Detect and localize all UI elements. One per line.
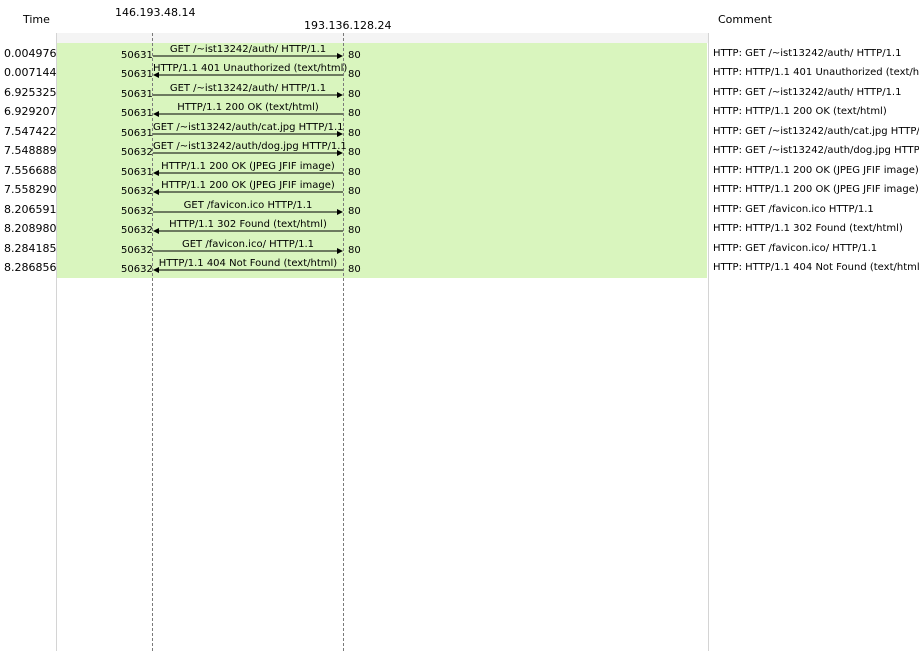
arrow-left-icon[interactable] — [153, 110, 343, 118]
row-comment[interactable]: HTTP: HTTP/1.1 404 Not Found (text/html) — [713, 262, 919, 273]
row-time[interactable]: 7.548889 — [4, 144, 57, 157]
row-time[interactable]: 7.556688 — [4, 164, 57, 177]
row-time[interactable]: 8.206591 — [4, 203, 57, 216]
comment-column-header: Comment — [718, 13, 772, 26]
row-time[interactable]: 7.547422 — [4, 125, 57, 138]
row-dest-port: 80 — [348, 147, 361, 159]
row-dest-port: 80 — [348, 263, 361, 275]
row-source-port: 50632 — [121, 244, 153, 256]
row-dest-port: 80 — [348, 205, 361, 217]
arrow-right-icon[interactable] — [153, 149, 343, 157]
row-comment[interactable]: HTTP: GET /~ist13242/auth/cat.jpg HTTP/1… — [713, 126, 919, 137]
arrow-right-icon[interactable] — [153, 52, 343, 60]
row-time[interactable]: 7.558290 — [4, 183, 57, 196]
row-source-port: 50631 — [121, 166, 153, 178]
time-column-header: Time — [23, 13, 50, 26]
row-dest-port: 80 — [348, 166, 361, 178]
arrow-right-icon[interactable] — [153, 247, 343, 255]
host-b-header: 193.136.128.24 — [304, 19, 392, 32]
row-comment[interactable]: HTTP: HTTP/1.1 302 Found (text/html) — [713, 223, 903, 234]
row-dest-port: 80 — [348, 186, 361, 198]
row-time[interactable]: 8.208980 — [4, 222, 57, 235]
row-source-port: 50631 — [121, 69, 153, 81]
row-dest-port: 80 — [348, 244, 361, 256]
row-comment[interactable]: HTTP: HTTP/1.1 200 OK (JPEG JFIF image) — [713, 165, 919, 176]
row-time[interactable]: 8.284185 — [4, 242, 57, 255]
row-time[interactable]: 6.929207 — [4, 105, 57, 118]
row-source-port: 50632 — [121, 147, 153, 159]
arrow-left-icon[interactable] — [153, 169, 343, 177]
row-source-port: 50632 — [121, 186, 153, 198]
row-comment[interactable]: HTTP: GET /~ist13242/auth/ HTTP/1.1 — [713, 48, 901, 59]
row-time[interactable]: 8.286856 — [4, 261, 57, 274]
row-time[interactable]: 6.925325 — [4, 86, 57, 99]
row-time[interactable]: 0.007144 — [4, 66, 57, 79]
arrow-left-icon[interactable] — [153, 227, 343, 235]
row-source-port: 50631 — [121, 50, 153, 61]
row-time[interactable]: 0.004976 — [4, 47, 57, 60]
arrow-right-icon[interactable] — [153, 208, 343, 216]
row-dest-port: 80 — [348, 69, 361, 81]
row-source-port: 50631 — [121, 88, 153, 100]
row-comment[interactable]: HTTP: GET /~ist13242/auth/dog.jpg HTTP/1… — [713, 145, 919, 156]
row-comment[interactable]: HTTP: GET /~ist13242/auth/ HTTP/1.1 — [713, 87, 901, 98]
row-source-port: 50632 — [121, 225, 153, 237]
row-dest-port: 80 — [348, 88, 361, 100]
arrow-right-icon[interactable] — [153, 91, 343, 99]
row-source-port: 50632 — [121, 263, 153, 275]
row-source-port: 50631 — [121, 108, 153, 120]
arrow-left-icon[interactable] — [153, 266, 343, 274]
row-dest-port: 80 — [348, 127, 361, 139]
arrow-left-icon[interactable] — [153, 188, 343, 196]
row-dest-port: 80 — [348, 108, 361, 120]
arrow-right-icon[interactable] — [153, 130, 343, 138]
row-comment[interactable]: HTTP: GET /favicon.ico HTTP/1.1 — [713, 204, 874, 215]
row-source-port: 50632 — [121, 205, 153, 217]
row-comment[interactable]: HTTP: HTTP/1.1 401 Unauthorized (text/ht… — [713, 67, 919, 78]
arrow-left-icon[interactable] — [153, 71, 343, 79]
row-source-port: 50631 — [121, 127, 153, 139]
row-comment[interactable]: HTTP: GET /favicon.ico/ HTTP/1.1 — [713, 243, 877, 254]
row-dest-port: 80 — [348, 225, 361, 237]
row-comment[interactable]: HTTP: HTTP/1.1 200 OK (JPEG JFIF image) — [713, 184, 919, 195]
row-dest-port: 80 — [348, 50, 361, 61]
row-comment[interactable]: HTTP: HTTP/1.1 200 OK (text/html) — [713, 106, 887, 117]
host-a-header: 146.193.48.14 — [115, 6, 196, 19]
